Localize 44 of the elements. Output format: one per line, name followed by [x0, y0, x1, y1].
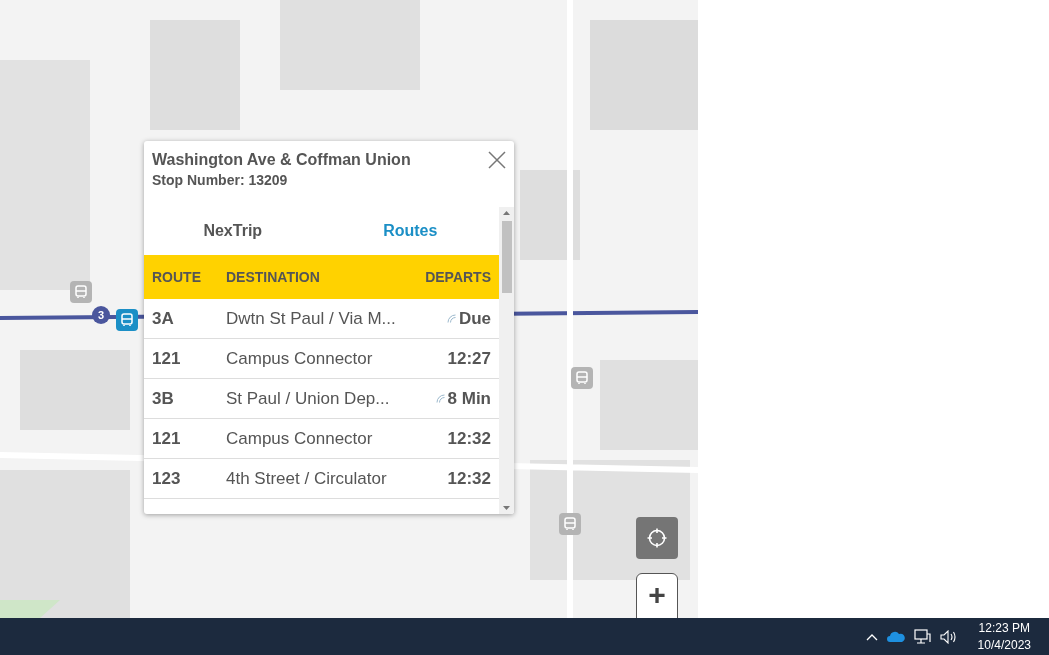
scroll-thumb[interactable] — [501, 221, 512, 293]
column-header: DESTINATION — [226, 269, 321, 285]
route-cell-text: 121 — [152, 348, 182, 369]
column-header: DEPARTS — [425, 269, 491, 285]
bus-icon — [120, 313, 134, 327]
route-cell-text: 121 — [152, 428, 182, 449]
bus-stop-marker[interactable] — [571, 367, 593, 389]
scrollbar[interactable] — [499, 207, 514, 514]
stop-title: Washington Ave & Coffman Union — [152, 151, 411, 169]
destination-cell-text: St Paul / Union Dep... — [226, 388, 391, 409]
clock-date[interactable]: 10/4/2023 — [977, 636, 1031, 654]
column-header: ROUTE — [152, 269, 202, 285]
destination-cell-text: Campus Connector — [226, 348, 374, 369]
bus-icon — [74, 285, 88, 299]
route-cell-text: 3A — [152, 308, 175, 329]
bus-icon — [575, 371, 589, 385]
departs-cell: 12:32 — [447, 468, 491, 489]
clock-time[interactable]: 12:23 PM — [978, 619, 1030, 637]
destination-cell-text: 4th Street / Circulator — [226, 468, 388, 489]
bus-stop-marker[interactable] — [116, 309, 138, 331]
speaker-icon[interactable] — [939, 629, 957, 644]
scroll-up-icon[interactable] — [503, 211, 510, 215]
departs-cell: Due — [458, 308, 491, 329]
bus-stop-marker[interactable] — [559, 513, 581, 535]
network-icon[interactable] — [913, 629, 931, 644]
departs-cell: 12:27 — [447, 348, 491, 369]
departs-cell: 8 Min — [447, 388, 491, 409]
cloud-icon[interactable] — [886, 631, 905, 642]
route-cell-text: 3B — [152, 388, 175, 409]
bus-stop-marker[interactable] — [70, 281, 92, 303]
bus-icon — [563, 517, 577, 531]
tab[interactable]: Routes — [321, 218, 499, 244]
chevron-up-icon[interactable] — [865, 632, 878, 641]
scroll-down-icon[interactable] — [503, 506, 510, 510]
close-icon[interactable] — [488, 151, 506, 169]
locate-button[interactable] — [636, 517, 678, 559]
departs-cell: 12:32 — [447, 428, 491, 449]
stop-number: Stop Number: 13209 — [152, 172, 289, 188]
zoom-in-button[interactable]: + — [636, 573, 678, 618]
destination-cell-text: Campus Connector — [226, 428, 374, 449]
destination-cell-text: Dwtn St Paul / Via M... — [226, 308, 397, 329]
crosshair-icon — [646, 527, 668, 549]
route-cell-text: 123 — [152, 468, 182, 489]
tab[interactable]: NexTrip — [144, 218, 322, 244]
